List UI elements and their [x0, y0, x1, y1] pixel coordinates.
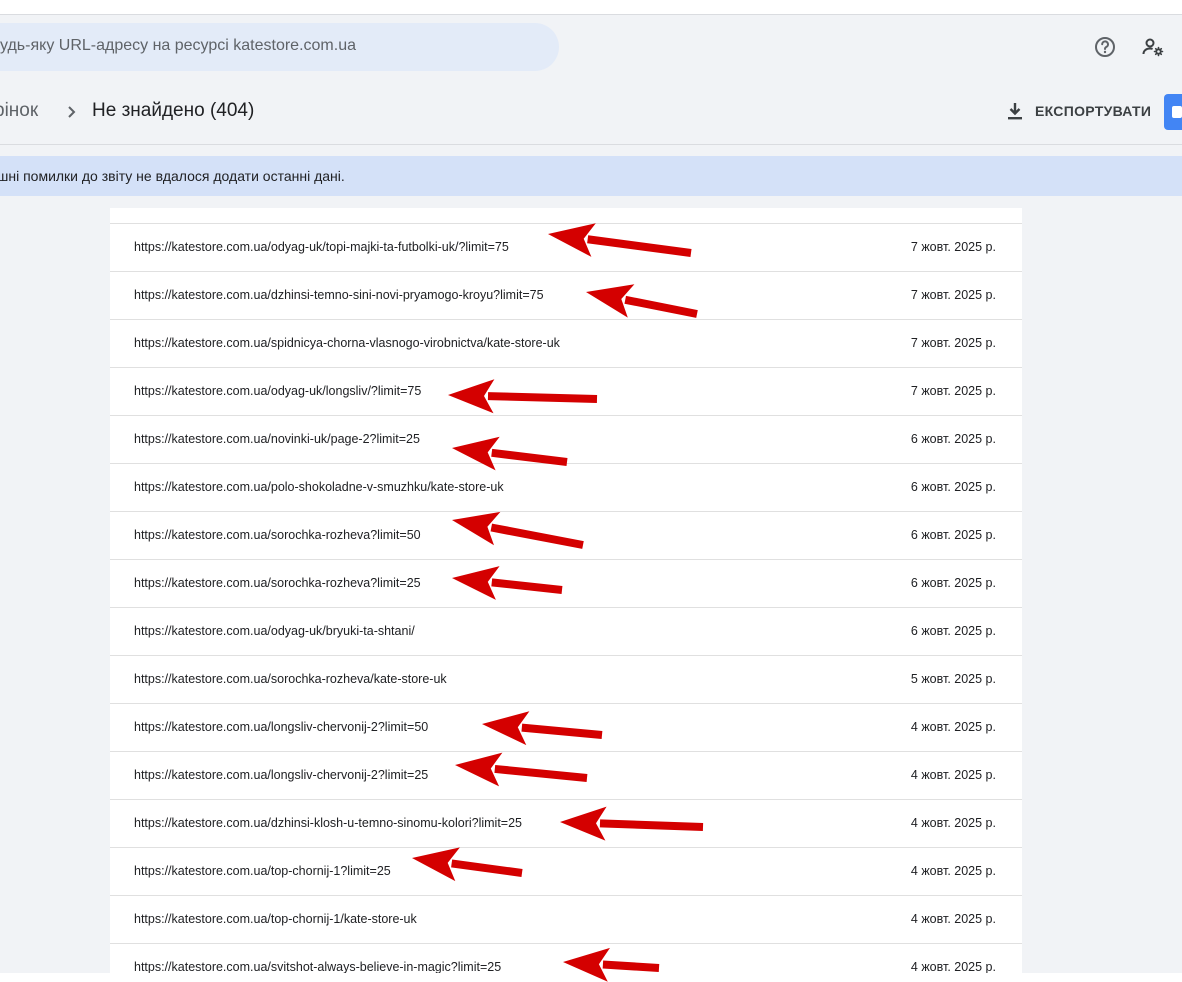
- breadcrumb-parent[interactable]: рінок: [0, 100, 38, 122]
- info-banner: ішні помилки до звіту не вдалося додати …: [0, 156, 1182, 196]
- manage-accounts-icon[interactable]: [1141, 35, 1165, 59]
- date-cell: 4 жовт. 2025 р.: [910, 960, 996, 973]
- table-row[interactable]: https://katestore.com.ua/spidnicya-chorn…: [110, 319, 1022, 367]
- date-cell: 4 жовт. 2025 р.: [910, 912, 996, 926]
- url-cell[interactable]: https://katestore.com.ua/spidnicya-chorn…: [134, 336, 560, 350]
- url-cell[interactable]: https://katestore.com.ua/sorochka-rozhev…: [134, 672, 447, 686]
- table-row[interactable]: https://katestore.com.ua/sorochka-rozhev…: [110, 559, 1022, 607]
- date-cell: 7 жовт. 2025 р.: [910, 336, 996, 350]
- download-icon: [1008, 103, 1022, 120]
- table-row[interactable]: https://katestore.com.ua/dzhinsi-temno-s…: [110, 271, 1022, 319]
- table-row[interactable]: https://katestore.com.ua/longsliv-chervo…: [110, 703, 1022, 751]
- table-row[interactable]: https://katestore.com.ua/longsliv-chervo…: [110, 751, 1022, 799]
- url-cell[interactable]: https://katestore.com.ua/dzhinsi-klosh-u…: [134, 816, 522, 830]
- table-row[interactable]: https://katestore.com.ua/polo-shokoladne…: [110, 463, 1022, 511]
- date-cell: 4 жовт. 2025 р.: [910, 864, 996, 878]
- date-cell: 6 жовт. 2025 р.: [910, 624, 996, 638]
- chevron-right-icon: [64, 100, 80, 124]
- date-cell: 7 жовт. 2025 р.: [910, 384, 996, 398]
- export-button[interactable]: ЕКСПОРТУВАТИ: [1003, 96, 1151, 126]
- table-row[interactable]: https://katestore.com.ua/top-chornij-1/k…: [110, 895, 1022, 943]
- url-cell[interactable]: https://katestore.com.ua/dzhinsi-temno-s…: [134, 288, 544, 302]
- url-cell[interactable]: https://katestore.com.ua/top-chornij-1/k…: [134, 912, 417, 926]
- url-cell[interactable]: https://katestore.com.ua/svitshot-always…: [134, 960, 501, 973]
- sheets-icon: [1172, 106, 1182, 118]
- table-row[interactable]: https://katestore.com.ua/odyag-uk/topi-m…: [110, 223, 1022, 271]
- url-cell[interactable]: https://katestore.com.ua/top-chornij-1?l…: [134, 864, 391, 878]
- url-table: https://katestore.com.ua/odyag-uk/topi-m…: [110, 208, 1022, 973]
- search-bar[interactable]: удь-яку URL-адресу на ресурсі katestore.…: [0, 23, 559, 71]
- export-label: ЕКСПОРТУВАТИ: [1035, 103, 1152, 119]
- url-cell[interactable]: https://katestore.com.ua/odyag-uk/topi-m…: [134, 240, 509, 254]
- table-row[interactable]: https://katestore.com.ua/top-chornij-1?l…: [110, 847, 1022, 895]
- date-cell: 4 жовт. 2025 р.: [910, 720, 996, 734]
- table-row[interactable]: https://katestore.com.ua/odyag-uk/longsl…: [110, 367, 1022, 415]
- page-title: Не знайдено (404): [92, 100, 255, 121]
- date-cell: 7 жовт. 2025 р.: [910, 240, 996, 254]
- url-cell[interactable]: https://katestore.com.ua/sorochka-rozhev…: [134, 576, 421, 590]
- table-row[interactable]: https://katestore.com.ua/odyag-uk/bryuki…: [110, 607, 1022, 655]
- url-cell[interactable]: https://katestore.com.ua/novinki-uk/page…: [134, 432, 420, 446]
- url-cell[interactable]: https://katestore.com.ua/longsliv-chervo…: [134, 768, 428, 782]
- date-cell: 7 жовт. 2025 р.: [910, 288, 996, 302]
- help-circle-icon[interactable]: [1093, 35, 1117, 59]
- date-cell: 6 жовт. 2025 р.: [910, 576, 996, 590]
- table-row[interactable]: https://katestore.com.ua/dzhinsi-klosh-u…: [110, 799, 1022, 847]
- date-cell: 4 жовт. 2025 р.: [910, 768, 996, 782]
- table-row[interactable]: https://katestore.com.ua/sorochka-rozhev…: [110, 655, 1022, 703]
- banner-text: ішні помилки до звіту не вдалося додати …: [0, 168, 345, 184]
- date-cell: 4 жовт. 2025 р.: [910, 816, 996, 830]
- date-cell: 6 жовт. 2025 р.: [910, 480, 996, 494]
- date-cell: 6 жовт. 2025 р.: [910, 528, 996, 542]
- url-cell[interactable]: https://katestore.com.ua/longsliv-chervo…: [134, 720, 428, 734]
- table-row[interactable]: https://katestore.com.ua/svitshot-always…: [110, 943, 1022, 973]
- search-input[interactable]: удь-яку URL-адресу на ресурсі katestore.…: [0, 37, 356, 55]
- table-row[interactable]: https://katestore.com.ua/sorochka-rozhev…: [110, 511, 1022, 559]
- url-cell[interactable]: https://katestore.com.ua/odyag-uk/bryuki…: [134, 624, 415, 638]
- url-cell[interactable]: https://katestore.com.ua/sorochka-rozhev…: [134, 528, 421, 542]
- url-cell[interactable]: https://katestore.com.ua/odyag-uk/longsl…: [134, 384, 421, 398]
- table-row[interactable]: https://katestore.com.ua/novinki-uk/page…: [110, 415, 1022, 463]
- open-in-sheets-button[interactable]: [1164, 94, 1182, 130]
- date-cell: 5 жовт. 2025 р.: [910, 672, 996, 686]
- date-cell: 6 жовт. 2025 р.: [910, 432, 996, 446]
- url-cell[interactable]: https://katestore.com.ua/polo-shokoladne…: [134, 480, 504, 494]
- header-divider: [0, 144, 1182, 145]
